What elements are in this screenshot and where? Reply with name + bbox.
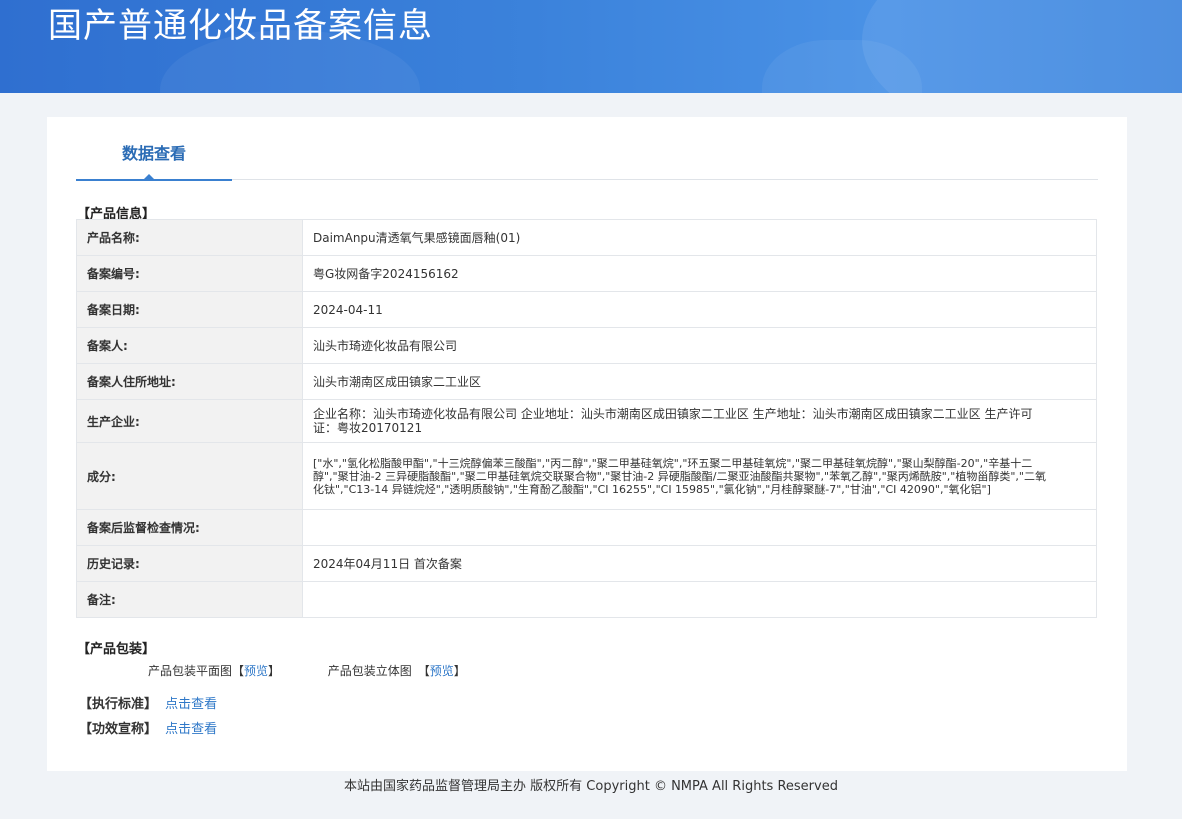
tab-bar: 数据查看 bbox=[76, 137, 1098, 181]
efficacy-row: 【功效宣称】 点击查看 bbox=[79, 718, 217, 737]
field-label: 备案编号: bbox=[76, 255, 303, 292]
table-row: 备案人住所地址: 汕头市潮南区成田镇家二工业区 bbox=[76, 363, 1097, 400]
table-row: 历史记录: 2024年04月11日 首次备案 bbox=[76, 545, 1097, 582]
packaging-heading: 【产品包装】 bbox=[77, 642, 156, 657]
bracket: 【 bbox=[417, 664, 430, 678]
field-label: 生产企业: bbox=[76, 399, 303, 443]
table-row: 备案编号: 粤G妆网备字2024156162 bbox=[76, 255, 1097, 292]
table-row: 成分: ["水","氢化松脂酸甲酯","十三烷醇偏苯三酸酯","丙二醇","聚二… bbox=[76, 442, 1097, 510]
field-value: 企业名称：汕头市琦迹化妆品有限公司 企业地址：汕头市潮南区成田镇家二工业区 生产… bbox=[302, 399, 1097, 443]
field-value bbox=[302, 509, 1097, 546]
table-row: 生产企业: 企业名称：汕头市琦迹化妆品有限公司 企业地址：汕头市潮南区成田镇家二… bbox=[76, 399, 1097, 443]
field-label: 备案日期: bbox=[76, 291, 303, 328]
bracket: 【 bbox=[232, 664, 245, 678]
field-label: 历史记录: bbox=[76, 545, 303, 582]
table-row: 备案后监督检查情况: bbox=[76, 509, 1097, 546]
header-banner: 国产普通化妆品备案信息 bbox=[0, 0, 1182, 93]
product-info-table: 产品名称: DaimAnpu清透氧气果感镜面唇釉(01) 备案编号: 粤G妆网备… bbox=[76, 219, 1097, 618]
field-value: 粤G妆网备字2024156162 bbox=[302, 255, 1097, 292]
standard-view-link[interactable]: 点击查看 bbox=[165, 697, 217, 712]
table-row: 备案人: 汕头市琦迹化妆品有限公司 bbox=[76, 327, 1097, 364]
field-value: 2024-04-11 bbox=[302, 291, 1097, 328]
content-card: 数据查看 【产品信息】 产品名称: DaimAnpu清透氧气果感镜面唇釉(01)… bbox=[47, 117, 1127, 771]
field-value: 2024年04月11日 首次备案 bbox=[302, 545, 1097, 582]
table-row: 备注: bbox=[76, 581, 1097, 618]
field-label: 产品名称: bbox=[76, 219, 303, 256]
tab-data-view[interactable]: 数据查看 bbox=[76, 137, 232, 181]
stereo-image-label: 产品包装立体图 bbox=[327, 664, 412, 678]
standard-row: 【执行标准】 点击查看 bbox=[79, 693, 217, 712]
field-label: 备案后监督检查情况: bbox=[76, 509, 303, 546]
table-row: 备案日期: 2024-04-11 bbox=[76, 291, 1097, 328]
page-title: 国产普通化妆品备案信息 bbox=[48, 6, 433, 46]
efficacy-view-link[interactable]: 点击查看 bbox=[165, 722, 217, 737]
flat-image-label: 产品包装平面图 bbox=[148, 664, 233, 678]
field-value bbox=[302, 581, 1097, 618]
flat-preview-link[interactable]: 预览 bbox=[244, 662, 268, 679]
standard-label: 【执行标准】 bbox=[79, 697, 158, 712]
field-label: 成分: bbox=[76, 442, 303, 510]
bracket: 】 bbox=[268, 664, 281, 678]
stereo-preview-link[interactable]: 预览 bbox=[430, 662, 454, 679]
field-value: 汕头市潮南区成田镇家二工业区 bbox=[302, 363, 1097, 400]
field-value: DaimAnpu清透氧气果感镜面唇釉(01) bbox=[302, 219, 1097, 256]
table-row: 产品名称: DaimAnpu清透氧气果感镜面唇釉(01) bbox=[76, 219, 1097, 256]
field-label: 备案人住所地址: bbox=[76, 363, 303, 400]
field-value: 汕头市琦迹化妆品有限公司 bbox=[302, 327, 1097, 364]
field-value: ["水","氢化松脂酸甲酯","十三烷醇偏苯三酸酯","丙二醇","聚二甲基硅氧… bbox=[302, 442, 1097, 510]
field-label: 备案人: bbox=[76, 327, 303, 364]
bracket: 】 bbox=[453, 664, 466, 678]
footer-copyright: 本站由国家药品监督管理局主办 版权所有 Copyright © NMPA All… bbox=[344, 779, 838, 794]
efficacy-label: 【功效宣称】 bbox=[79, 722, 158, 737]
packaging-row: 产品包装平面图【预览】 产品包装立体图 【预览】 bbox=[148, 662, 466, 679]
tab-label: 数据查看 bbox=[121, 144, 186, 163]
field-label: 备注: bbox=[76, 581, 303, 618]
tab-caret-icon bbox=[143, 174, 155, 180]
